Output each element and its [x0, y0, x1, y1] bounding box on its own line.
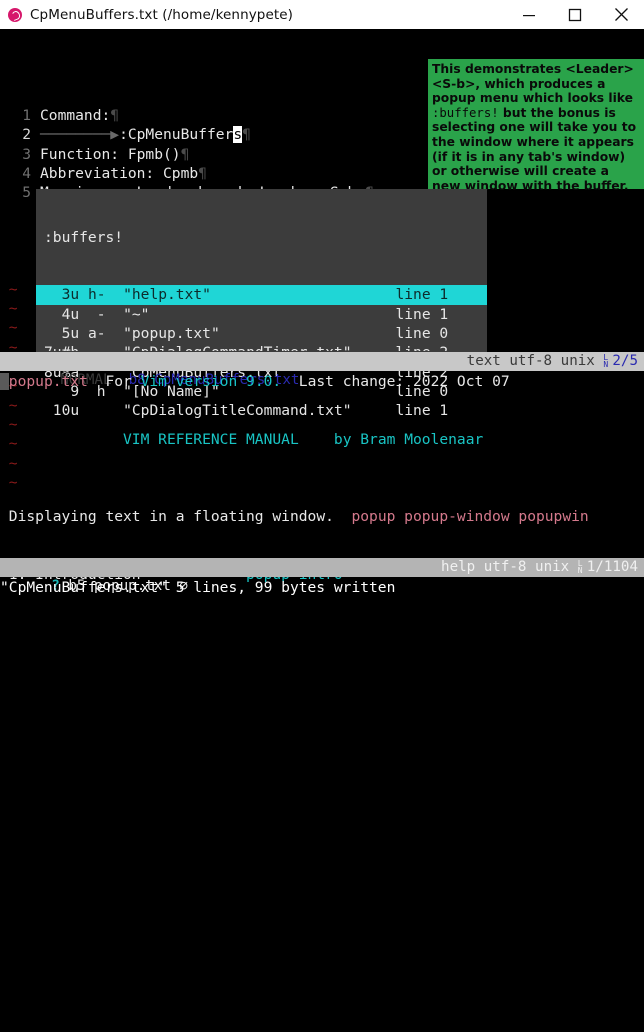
popup-buffer-line: line 1 [395, 286, 449, 304]
popup-buffer-flags: h- [79, 286, 106, 304]
popup-buffer-name: "CpDialogTitleCommand.txt" [105, 402, 396, 420]
popup-title-row: :buffers! [36, 228, 487, 247]
help-manual-author: by Bram Moolenaar [333, 431, 484, 448]
eol-listchar: ¶ [110, 107, 120, 125]
line-text: Command: [40, 107, 111, 125]
buffers-popup-menu[interactable]: :buffers! 3u h- "help.txt" line 1 4u - "… [36, 189, 487, 419]
popup-buffer-name: "help.txt" [105, 286, 396, 304]
minimize-button[interactable] [506, 0, 552, 29]
line-number: 5 [22, 184, 31, 202]
annotation-command-text: :buffers! [432, 105, 499, 120]
help-header-line: popup.txt For Vim version 9.0. Last chan… [0, 372, 644, 391]
maximize-icon [568, 8, 582, 21]
status-fileformat: unix [560, 353, 595, 369]
line-number-icon: LN [603, 353, 609, 369]
popup-buffer-line: line 0 [395, 325, 449, 343]
line-text: Abbreviation: Cpmb [40, 165, 199, 183]
line-number: 2 [22, 126, 31, 144]
status-encoding-2: utf-8 [483, 559, 527, 575]
line-number-gap [31, 145, 40, 164]
line-number: 1 [22, 107, 31, 125]
eol-listchar: ¶ [180, 145, 190, 163]
filler-tilde: ~ [0, 280, 18, 298]
help-for-label: For [105, 373, 141, 390]
line-text: :CpMenuBuffer [119, 126, 234, 144]
popup-buffer-flags: - [79, 305, 106, 323]
filler-tilde: ~ [0, 319, 18, 337]
close-button[interactable] [598, 0, 644, 29]
popup-buffer-flags [79, 402, 105, 419]
popup-buffer-line: line 1 [395, 305, 449, 323]
line-text: Function: Fpmb() [40, 145, 181, 163]
status-position: 2/5 [612, 353, 638, 369]
line-number-icon-2: LN [577, 559, 583, 575]
filler-tilde: ~ [0, 300, 18, 318]
popup-buffer-name: "~" [105, 305, 396, 323]
status-filetype-2: help [441, 559, 476, 575]
popup-buffer-number: 3u [44, 286, 80, 304]
statusline-bottom: ? b5 popup.txt ⌀ help utf-8 unix L N 1/110… [0, 558, 644, 594]
command-message-line: "CpMenuBuffers.txt" 5 lines, 99 bytes wr… [0, 578, 644, 597]
maximize-button[interactable] [552, 0, 598, 29]
line-number: 3 [22, 145, 31, 163]
popup-buffer-row[interactable]: 10u "CpDialogTitleCommand.txt" line 1 [36, 401, 487, 420]
status-encoding: utf-8 [509, 353, 553, 369]
statusline-top-right: text utf-8 unix L N 2/5 [467, 352, 638, 371]
filler-tilde: ~ [0, 473, 18, 491]
statusline-bottom-right: help utf-8 unix L N 1/1104 [441, 558, 638, 577]
help-filename: popup.txt [8, 373, 88, 390]
popup-title: :buffers! [44, 228, 124, 246]
annotation-text-part1: This demonstrates <Leader><S-b>, which p… [432, 62, 634, 106]
status-filetype: text [466, 353, 501, 369]
window-title: CpMenuBuffers.txt (/home/kennypete) [30, 6, 294, 23]
message-text: "CpMenuBuffers.txt" 5 lines, 99 bytes wr… [0, 579, 396, 596]
statusline-top: NORMAL b8 CpMenuBuffers.txt text utf-8 u… [0, 352, 644, 388]
popup-buffer-name: "popup.txt" [105, 325, 396, 343]
help-last-change: Last change: 2022 Oct 07 [298, 373, 510, 390]
status-fileformat-2: unix [535, 559, 570, 575]
tab-listchar: ────────▶ [40, 126, 120, 144]
line-number-gap [31, 125, 40, 144]
help-tags: popup popup-window popupwin [351, 508, 589, 525]
debian-swirl-icon [8, 7, 22, 22]
help-vim-version: Vim version 9.0. [140, 373, 282, 390]
popup-buffer-row[interactable]: 4u - "~" line 1 [36, 305, 487, 324]
popup-buffer-number: 5u [44, 325, 80, 343]
help-cursor [0, 373, 9, 390]
annotation-popup: This demonstrates <Leader><S-b>, which p… [428, 59, 644, 193]
help-desc-line: Displaying text in a floating window. po… [0, 507, 644, 526]
vim-client-area[interactable]: 1 Command:¶ 2 ────────▶:CpMenuBuffers¶ 3 F… [0, 29, 644, 617]
popup-buffer-row[interactable]: 3u h- "help.txt" line 1 [36, 285, 487, 305]
editor-filler-line: ~ [0, 473, 644, 492]
filler-tilde: ~ [0, 454, 18, 472]
vim-gui-window: CpMenuBuffers.txt (/home/kennypete) 1 Co… [0, 0, 644, 617]
close-icon [614, 8, 628, 21]
popup-buffer-row[interactable]: 5u a- "popup.txt" line 0 [36, 324, 487, 343]
help-manual-line: VIM REFERENCE MANUAL by Bram Moolenaar [0, 430, 644, 449]
eol-listchar: ¶ [198, 165, 207, 183]
window-titlebar: CpMenuBuffers.txt (/home/kennypete) [0, 0, 644, 29]
popup-buffer-line: line 1 [395, 402, 449, 420]
line-number: 4 [22, 165, 31, 183]
line-number-gap [31, 164, 40, 183]
minimize-icon [523, 14, 535, 16]
status-position-2: 1/1104 [586, 559, 638, 575]
text-cursor: s [233, 126, 243, 144]
popup-buffer-flags: a- [79, 325, 106, 343]
popup-buffer-number: 4u [44, 305, 80, 323]
help-description: Displaying text in a floating window. [8, 508, 334, 525]
help-manual-title: VIM REFERENCE MANUAL [123, 431, 299, 448]
eol-listchar: ¶ [242, 126, 251, 144]
line-number-gap [31, 106, 40, 125]
